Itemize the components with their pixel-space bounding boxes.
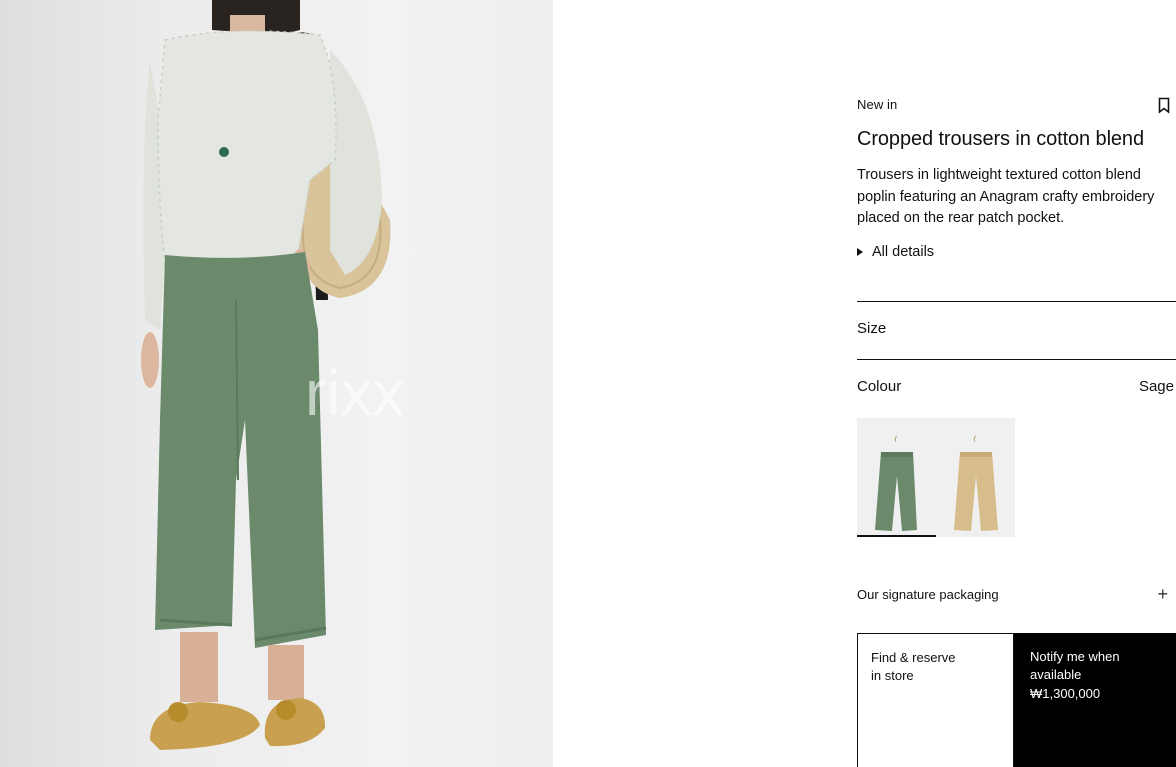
product-page: rixx New in Cropped trousers in cotton b… — [0, 0, 1176, 767]
packaging-label: Our signature packaging — [857, 587, 999, 602]
notify-me-button[interactable]: Notify me when available ₩1,300,000 — [1014, 633, 1176, 767]
selected-colour-value: Sage — [1138, 378, 1174, 395]
colour-swatches — [857, 418, 1015, 537]
divider — [857, 359, 1176, 360]
signature-packaging-row[interactable]: Our signature packaging + — [857, 584, 1176, 604]
divider — [857, 301, 1176, 302]
product-details-panel: New in Cropped trousers in cotton blend … — [857, 0, 1176, 767]
triangle-right-icon — [857, 248, 863, 256]
find-reserve-store-button[interactable]: Find & reserve in store — [857, 633, 1014, 767]
colour-row: Colour Sage — [857, 378, 1176, 395]
new-in-label: New in — [857, 97, 898, 112]
action-buttons: Find & reserve in store Notify me when a… — [857, 633, 1176, 767]
size-selector[interactable]: Size — [857, 320, 1176, 342]
notify-line-1: Notify me when — [1030, 649, 1120, 664]
store-line-1: Find & reserve — [871, 650, 956, 665]
size-label: Size — [857, 320, 887, 337]
plus-icon: + — [1157, 584, 1168, 604]
bookmark-icon[interactable] — [1157, 97, 1171, 114]
product-hero-image: rixx — [0, 0, 553, 767]
all-details-label: All details — [872, 244, 935, 260]
watermark-text: rixx — [305, 357, 405, 429]
swatch-sage[interactable] — [857, 418, 936, 537]
colour-label: Colour — [857, 378, 902, 395]
product-description: Trousers in lightweight textured cotton … — [857, 167, 1155, 226]
swatch-beige[interactable] — [936, 418, 1015, 537]
beige-trousers-thumbnail — [936, 418, 1015, 537]
notify-line-2: available — [1030, 667, 1082, 682]
all-details-toggle[interactable]: All details — [857, 244, 934, 260]
sage-trousers-thumbnail — [857, 418, 936, 537]
model-illustration: rixx — [141, 0, 405, 750]
store-line-2: in store — [871, 668, 914, 683]
price: ₩1,300,000 — [1030, 686, 1101, 701]
product-title: Cropped trousers in cotton blend — [857, 128, 1144, 150]
